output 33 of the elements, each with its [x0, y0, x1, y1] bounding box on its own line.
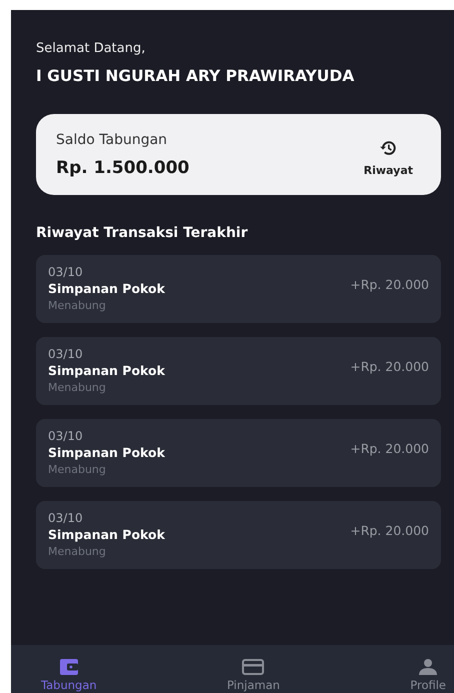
transaction-amount: +Rp. 20.000: [350, 276, 429, 292]
user-name: I GUSTI NGURAH ARY PRAWIRAYUDA: [36, 67, 356, 85]
transaction-amount: +Rp. 20.000: [350, 522, 429, 538]
transaction-date: 03/10: [48, 264, 84, 280]
transaction-type: Menabung: [48, 544, 107, 560]
transaction-date: 03/10: [48, 428, 84, 444]
nav-tab[interactable]: Pinjaman: [226, 645, 280, 693]
transaction-card[interactable]: 03/10 Simpanan Pokok Menabung +Rp. 20.000: [36, 337, 441, 405]
nav-tab[interactable]: Profile: [410, 645, 446, 693]
history-button[interactable]: Riwayat: [364, 138, 413, 177]
transaction-amount: +Rp. 20.000: [350, 358, 429, 374]
transaction-amount: +Rp. 20.000: [350, 440, 429, 456]
balance-label: Saldo Tabungan: [56, 132, 168, 148]
transaction-card[interactable]: 03/10 Simpanan Pokok Menabung +Rp. 20.000: [36, 419, 441, 487]
transaction-type: Menabung: [48, 462, 107, 478]
credit-card-icon: [242, 659, 264, 675]
greeting-text: Selamat Datang,: [36, 41, 146, 56]
balance-amount: Rp. 1.500.000: [56, 158, 190, 178]
transaction-type: Menabung: [48, 298, 107, 314]
nav-tab[interactable]: Tabungan: [41, 645, 97, 693]
transaction-title: Simpanan Pokok: [48, 444, 165, 462]
transaction-date: 03/10: [48, 346, 84, 362]
wallet-icon: [60, 659, 78, 675]
person-icon: [419, 659, 438, 675]
transaction-title: Simpanan Pokok: [48, 280, 165, 298]
transaction-card[interactable]: 03/10 Simpanan Pokok Menabung +Rp. 20.000: [36, 255, 441, 323]
section-title: Riwayat Transaksi Terakhir: [36, 225, 249, 241]
transaction-card[interactable]: 03/10 Simpanan Pokok Menabung +Rp. 20.000: [36, 501, 441, 569]
transaction-date: 03/10: [48, 510, 84, 526]
transaction-title: Simpanan Pokok: [48, 362, 165, 380]
history-icon: [378, 138, 398, 158]
transaction-type: Menabung: [48, 380, 107, 396]
transaction-title: Simpanan Pokok: [48, 526, 165, 544]
